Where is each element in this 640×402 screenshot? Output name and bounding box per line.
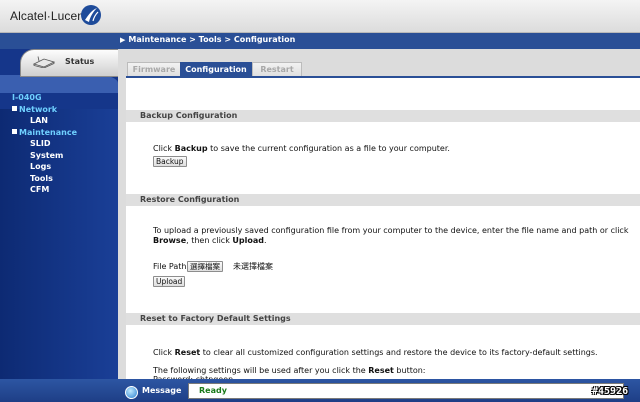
backup-button[interactable]: Backup <box>153 156 187 167</box>
status-text: Ready <box>199 386 227 395</box>
reset-description: Click Reset to clear all customized conf… <box>153 348 598 357</box>
breadcrumb-bar <box>0 33 640 49</box>
file-path-label: File Path: <box>153 262 190 271</box>
sidebar-item-system[interactable]: System <box>12 150 77 162</box>
sidebar-item-logs[interactable]: Logs <box>12 161 77 173</box>
backup-description: Click Backup to save the current configu… <box>153 144 450 153</box>
status-tab[interactable]: Status <box>20 49 119 77</box>
sidebar-item-tools[interactable]: Tools <box>12 173 77 185</box>
status-field: Ready <box>188 383 624 399</box>
backup-section-title: Backup Configuration <box>126 110 640 122</box>
expand-icon <box>12 128 17 134</box>
choose-file-button[interactable]: 選擇檔案 <box>187 261 223 272</box>
upload-button[interactable]: Upload <box>153 276 186 287</box>
breadcrumb-text: Maintenance > Tools > Configuration <box>128 35 296 44</box>
no-file-chosen-text: 未選擇檔案 <box>233 262 273 271</box>
message-label: Message <box>142 386 182 395</box>
brand-name: Alcatel·Lucent <box>10 9 88 23</box>
expand-icon <box>12 105 17 111</box>
content-panel: Backup Configuration Click Backup to sav… <box>126 76 640 384</box>
alcatel-lucent-mark-icon <box>81 5 101 25</box>
sidebar-section-network[interactable]: Network <box>12 104 77 116</box>
restore-section-title: Restore Configuration <box>126 194 640 206</box>
breadcrumb: ▶ Maintenance > Tools > Configuration <box>120 35 295 44</box>
message-icon <box>125 386 138 399</box>
watermark-id: #45926 <box>592 386 629 397</box>
status-tab-label: Status <box>65 57 95 66</box>
message-bar: Message Ready <box>0 379 640 402</box>
sidebar-device[interactable]: I-040G <box>12 92 77 104</box>
sidebar-item-slid[interactable]: SLID <box>12 138 77 150</box>
sidebar-item-cfm[interactable]: CFM <box>12 184 77 196</box>
restore-description-line1: To upload a previously saved configurati… <box>153 226 629 235</box>
sidebar-swoosh <box>0 75 118 93</box>
router-icon <box>33 56 55 68</box>
reset-section-title: Reset to Factory Default Settings <box>126 313 640 325</box>
sidebar: Status I-040G Network LAN Maintenance SL… <box>0 49 119 379</box>
sidebar-item-lan[interactable]: LAN <box>12 115 77 127</box>
tab-firmware[interactable]: Firmware <box>127 62 181 77</box>
tab-restart[interactable]: Restart <box>252 62 302 77</box>
restore-description-line2: Browse, then click Upload. <box>153 236 267 245</box>
sidebar-nav: I-040G Network LAN Maintenance SLID Syst… <box>12 92 77 196</box>
sidebar-section-maintenance[interactable]: Maintenance <box>12 127 77 139</box>
header-bar: Alcatel·Lucent <box>0 0 640 33</box>
tab-configuration[interactable]: Configuration <box>180 62 252 77</box>
breadcrumb-arrow-icon: ▶ <box>120 36 126 44</box>
